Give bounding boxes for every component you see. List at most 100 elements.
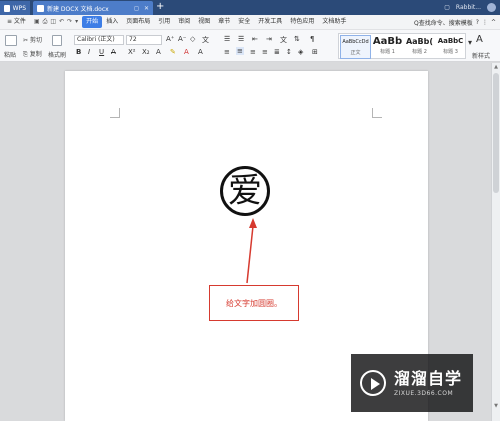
- annotation-callout: 给文字加圆圈。: [209, 285, 299, 321]
- menu-insert[interactable]: 插入: [102, 16, 122, 28]
- borders-icon[interactable]: ⊞: [312, 48, 318, 56]
- enclosed-character[interactable]: 爱: [220, 166, 270, 216]
- more-icon[interactable]: ⋮: [482, 19, 488, 26]
- sort-icon[interactable]: ⇅: [294, 35, 300, 43]
- copy-label: 复制: [29, 51, 42, 58]
- underline-button[interactable]: U: [99, 48, 104, 56]
- user-name[interactable]: Rabbit...: [456, 4, 481, 11]
- style-heading-1-label: 标题 1: [380, 49, 395, 55]
- chinese-layout-icon[interactable]: 文: [280, 35, 287, 45]
- tab-pin-icon[interactable]: ◻: [134, 5, 139, 12]
- menu-developer[interactable]: 开发工具: [254, 16, 286, 28]
- menu-page-layout[interactable]: 页面布局: [122, 16, 154, 28]
- font-size-select[interactable]: 72: [126, 35, 162, 45]
- collapse-ribbon-icon[interactable]: ^: [491, 19, 496, 26]
- style-normal[interactable]: AaBbCcDd 正文: [340, 35, 371, 59]
- highlight-button[interactable]: ✎: [170, 48, 176, 56]
- line-spacing-icon[interactable]: ↕: [286, 48, 292, 56]
- redo-icon[interactable]: ↷: [67, 18, 72, 26]
- subscript-button[interactable]: X₂: [142, 48, 150, 56]
- format-painter-label[interactable]: 格式刷: [48, 50, 66, 59]
- align-center-icon[interactable]: ≡: [236, 47, 244, 55]
- menu-sections[interactable]: 章节: [214, 16, 234, 28]
- font-color-button[interactable]: A: [184, 48, 189, 56]
- tab-wps-label: WPS: [12, 4, 26, 12]
- style-normal-label: 正文: [350, 50, 361, 56]
- vertical-scrollbar[interactable]: ▲ ▼: [491, 63, 500, 421]
- increase-indent-icon[interactable]: ⇥: [266, 35, 272, 43]
- style-heading-2[interactable]: AaBb( 标题 2: [404, 35, 435, 59]
- menu-review[interactable]: 审阅: [174, 16, 194, 28]
- numbering-icon[interactable]: ☰: [238, 35, 244, 43]
- print-icon[interactable]: ⎙: [43, 18, 48, 26]
- new-tab-button[interactable]: +: [156, 1, 164, 13]
- tab-document[interactable]: 新建 DOCX 文档.docx ◻ ✕: [33, 1, 153, 15]
- show-marks-icon[interactable]: ¶: [310, 35, 314, 43]
- menu-security[interactable]: 安全: [234, 16, 254, 28]
- tab-close-icon[interactable]: ✕: [144, 5, 149, 12]
- help-icon[interactable]: ?: [476, 19, 479, 26]
- watermark-logo: 溜溜自学 ZIXUE.3D66.COM: [351, 354, 473, 412]
- decrease-indent-icon[interactable]: ⇤: [252, 35, 258, 43]
- scroll-up-icon[interactable]: ▲: [493, 64, 499, 70]
- align-right-icon[interactable]: ≡: [250, 48, 256, 56]
- menu-bar: ≡ 文件 ▣ ⎙ ◫ ↶ ↷ ▾ 开始 插入 页面布局 引用 审阅 视图 章节 …: [0, 15, 500, 30]
- menu-features[interactable]: 特色应用: [286, 16, 318, 28]
- paste-label[interactable]: 粘贴: [4, 50, 16, 59]
- bullets-icon[interactable]: ☰: [224, 35, 230, 43]
- menu-view[interactable]: 视图: [194, 16, 214, 28]
- char-shading-button[interactable]: A: [198, 48, 203, 56]
- watermark-url: ZIXUE.3D66.COM: [394, 389, 454, 397]
- undo-icon[interactable]: ↶: [59, 18, 64, 26]
- style-heading-3-label: 标题 3: [443, 49, 458, 55]
- copy-button[interactable]: ⎘ 复制: [23, 49, 42, 59]
- document-icon: [37, 4, 44, 12]
- menu-references[interactable]: 引用: [154, 16, 174, 28]
- justify-icon[interactable]: ≡: [262, 48, 268, 56]
- strikethrough-button[interactable]: A: [111, 48, 116, 56]
- avatar[interactable]: [487, 3, 496, 12]
- style-heading-3[interactable]: AaBbC 标题 3: [435, 35, 466, 59]
- play-icon: [360, 370, 386, 396]
- style-heading-2-preview: AaBb(: [405, 37, 434, 46]
- preview-icon[interactable]: ◫: [50, 18, 56, 26]
- scroll-down-icon[interactable]: ▼: [493, 403, 499, 409]
- align-left-icon[interactable]: ≡: [224, 48, 230, 56]
- shrink-font-icon[interactable]: A⁻: [178, 35, 186, 43]
- style-heading-1[interactable]: AaBb 标题 1: [372, 35, 403, 59]
- new-style-label[interactable]: 新样式: [472, 51, 490, 60]
- cut-button[interactable]: ✂ 剪切: [23, 35, 42, 44]
- customize-icon[interactable]: ▾: [75, 18, 78, 26]
- ribbon-toolbar: 粘贴 ✂ 剪切 ⎘ 复制 格式刷 Calibri (正文) 72 A⁺ A⁻ ◇…: [0, 30, 500, 62]
- menu-doc-assistant[interactable]: 文档助手: [318, 16, 350, 28]
- quick-access-toolbar: ▣ ⎙ ◫ ↶ ↷ ▾: [30, 18, 82, 26]
- tab-document-label: 新建 DOCX 文档.docx: [47, 5, 109, 13]
- format-painter-icon[interactable]: [52, 35, 62, 46]
- styles-gallery: AaBbCcDd 正文 AaBb 标题 1 AaBb( 标题 2 AaBbC 标…: [338, 33, 466, 59]
- italic-button[interactable]: I: [88, 48, 90, 56]
- superscript-button[interactable]: X²: [128, 48, 136, 56]
- styles-more-icon[interactable]: ▾: [468, 38, 472, 47]
- save-icon[interactable]: ▣: [34, 18, 40, 26]
- tab-wps-home[interactable]: WPS: [0, 1, 30, 15]
- margin-mark-top-left: [110, 108, 120, 118]
- paste-icon[interactable]: [5, 35, 17, 46]
- menu-file[interactable]: ≡ 文件: [3, 16, 30, 28]
- bold-button[interactable]: B: [76, 48, 81, 56]
- clear-format-icon[interactable]: ◇: [190, 35, 195, 43]
- scroll-thumb[interactable]: [493, 73, 499, 193]
- new-style-icon[interactable]: A: [476, 34, 483, 45]
- annotation-text: 给文字加圆圈。: [226, 298, 282, 308]
- command-search[interactable]: Q查找命令、搜索模板 ? ⋮ ^: [414, 18, 500, 27]
- distribute-icon[interactable]: ≣: [274, 48, 280, 56]
- text-effect-button[interactable]: A: [156, 48, 161, 56]
- command-search-label: Q查找命令、搜索模板: [414, 19, 473, 27]
- window-mode-icon[interactable]: ▢: [444, 4, 450, 11]
- font-name-select[interactable]: Calibri (正文): [74, 35, 124, 45]
- menu-home[interactable]: 开始: [82, 16, 103, 28]
- shading-icon[interactable]: ◈: [298, 48, 303, 56]
- style-normal-preview: AaBbCcDd: [342, 39, 369, 45]
- phonetic-icon[interactable]: 文: [202, 35, 209, 45]
- grow-font-icon[interactable]: A⁺: [166, 35, 174, 43]
- style-heading-3-preview: AaBbC: [437, 37, 464, 45]
